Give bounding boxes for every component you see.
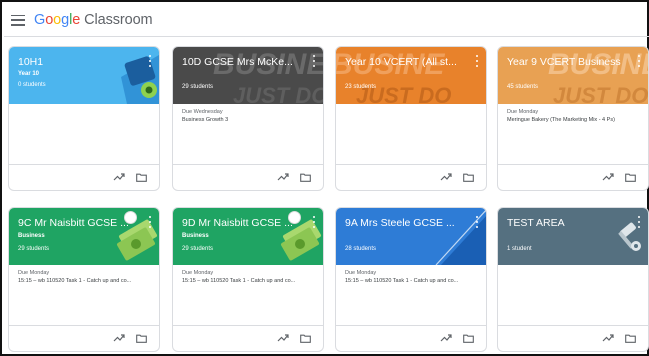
brand-google: Google: [34, 12, 81, 28]
app-logo[interactable]: Google Classroom: [34, 12, 153, 28]
student-count: 29 students: [18, 246, 50, 252]
more-options-icon[interactable]: [148, 55, 152, 67]
due-label: Due Monday: [507, 109, 539, 115]
more-options-icon[interactable]: [312, 216, 316, 228]
assignment-link[interactable]: 15:15 – wb 110520 Task 1 - Catch up and …: [345, 278, 480, 284]
student-count: 45 students: [507, 84, 539, 90]
folder-icon[interactable]: [136, 173, 147, 182]
student-count: 29 students: [182, 84, 214, 90]
folder-icon[interactable]: [625, 173, 636, 182]
class-title[interactable]: 9C Mr Naisbitt GCSE ...: [18, 217, 129, 229]
card-footer: [336, 325, 486, 351]
trending-up-icon[interactable]: [602, 172, 614, 182]
class-title[interactable]: 9A Mrs Steele GCSE ...: [345, 217, 464, 229]
trending-up-icon[interactable]: [113, 333, 125, 343]
class-card-9d[interactable]: 9D Mr Naisbitt GCSE ... Business 29 stud…: [172, 207, 324, 352]
trending-up-icon[interactable]: [440, 172, 452, 182]
card-banner[interactable]: BUSINE JUST DO Year 10 VCERT (All st... …: [336, 47, 486, 104]
svg-text:JUST DO: JUST DO: [233, 83, 323, 104]
card-footer: [9, 325, 159, 351]
folder-icon[interactable]: [463, 334, 474, 343]
hamburger-menu-icon[interactable]: [11, 14, 25, 26]
student-count: 28 students: [345, 246, 377, 252]
class-card-year9-vcert[interactable]: BUSINE JUST DO Year 9 VCERT Business 45 …: [497, 46, 649, 191]
trending-up-icon[interactable]: [113, 172, 125, 182]
assignment-link[interactable]: Meringue Bakery (The Marketing Mix - 4 P…: [507, 117, 642, 123]
card-footer: [498, 325, 648, 351]
class-card-10h1[interactable]: 10H1 Year 10 0 students: [8, 46, 160, 191]
class-title[interactable]: 9D Mr Naisbitt GCSE ...: [182, 217, 293, 229]
card-footer: [173, 325, 323, 351]
assignment-link[interactable]: Business Growth 3: [182, 117, 317, 123]
student-count: 1 student: [507, 246, 532, 252]
owner-avatar: [124, 211, 137, 224]
card-footer: [173, 164, 323, 190]
student-count: 29 students: [182, 246, 214, 252]
class-title[interactable]: Year 9 VCERT Business: [507, 56, 626, 68]
card-banner[interactable]: BUSINE JUST DO 10D GCSE Mrs McKe... 29 s…: [173, 47, 323, 104]
class-section[interactable]: Business: [18, 233, 45, 239]
more-options-icon[interactable]: [637, 216, 641, 228]
student-count: 0 students: [18, 82, 46, 88]
card-banner[interactable]: TEST AREA 1 student: [498, 208, 648, 265]
more-options-icon[interactable]: [148, 216, 152, 228]
due-label: Due Monday: [182, 270, 214, 276]
class-card-year10-vcert[interactable]: BUSINE JUST DO Year 10 VCERT (All st... …: [335, 46, 487, 191]
trending-up-icon[interactable]: [440, 333, 452, 343]
class-section[interactable]: Business: [182, 233, 209, 239]
assignment-link[interactable]: 15:15 – wb 110520 Task 1 - Catch up and …: [182, 278, 317, 284]
class-title[interactable]: 10H1: [18, 56, 137, 68]
folder-icon[interactable]: [625, 334, 636, 343]
more-options-icon[interactable]: [637, 55, 641, 67]
top-app-bar: Google Classroom: [4, 4, 649, 37]
window-frame: Google Classroom 10H1 Year 10 0 students…: [0, 0, 649, 356]
card-footer: [336, 164, 486, 190]
class-card-10d[interactable]: BUSINE JUST DO 10D GCSE Mrs McKe... 29 s…: [172, 46, 324, 191]
class-title[interactable]: 10D GCSE Mrs McKe...: [182, 56, 301, 68]
more-options-icon[interactable]: [475, 216, 479, 228]
folder-icon[interactable]: [300, 334, 311, 343]
class-section[interactable]: Year 10: [18, 71, 39, 77]
svg-text:JUST DO: JUST DO: [553, 83, 648, 104]
card-banner[interactable]: 10H1 Year 10 0 students: [9, 47, 159, 104]
folder-icon[interactable]: [136, 334, 147, 343]
due-label: Due Wednesday: [182, 109, 223, 115]
card-footer: [498, 164, 648, 190]
brand-product: Classroom: [80, 12, 153, 28]
card-banner[interactable]: 9C Mr Naisbitt GCSE ... Business 29 stud…: [9, 208, 159, 265]
card-footer: [9, 164, 159, 190]
more-options-icon[interactable]: [475, 55, 479, 67]
card-banner[interactable]: 9D Mr Naisbitt GCSE ... Business 29 stud…: [173, 208, 323, 265]
folder-icon[interactable]: [463, 173, 474, 182]
card-banner[interactable]: 9A Mrs Steele GCSE ... 28 students: [336, 208, 486, 265]
class-card-9c[interactable]: 9C Mr Naisbitt GCSE ... Business 29 stud…: [8, 207, 160, 352]
trending-up-icon[interactable]: [277, 333, 289, 343]
class-title[interactable]: Year 10 VCERT (All st...: [345, 56, 464, 68]
student-count: 23 students: [345, 84, 377, 90]
due-label: Due Monday: [345, 270, 377, 276]
class-card-test-area[interactable]: TEST AREA 1 student: [497, 207, 649, 352]
folder-icon[interactable]: [300, 173, 311, 182]
assignment-link[interactable]: 15:15 – wb 110520 Task 1 - Catch up and …: [18, 278, 153, 284]
due-label: Due Monday: [18, 270, 50, 276]
owner-avatar: [288, 211, 301, 224]
card-banner[interactable]: BUSINE JUST DO Year 9 VCERT Business 45 …: [498, 47, 648, 104]
trending-up-icon[interactable]: [602, 333, 614, 343]
more-options-icon[interactable]: [312, 55, 316, 67]
trending-up-icon[interactable]: [277, 172, 289, 182]
class-title[interactable]: TEST AREA: [507, 217, 626, 229]
class-card-9a[interactable]: 9A Mrs Steele GCSE ... 28 students Due M…: [335, 207, 487, 352]
